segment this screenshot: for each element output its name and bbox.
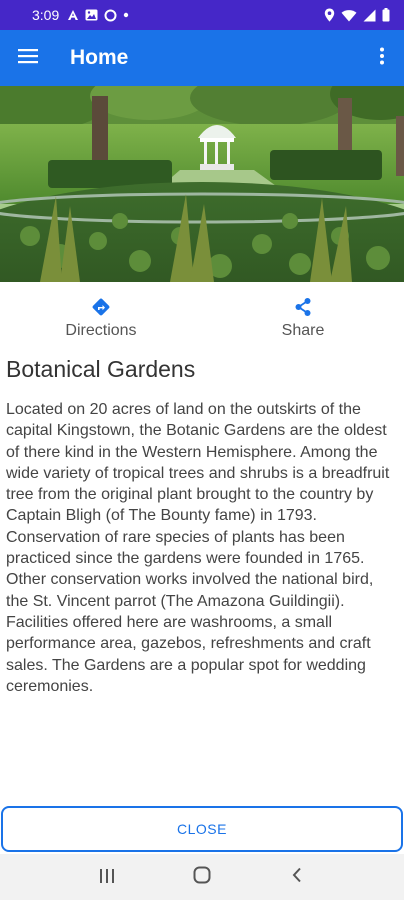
share-icon (293, 295, 313, 319)
status-right (324, 8, 390, 22)
status-bar: 3:09 (0, 0, 404, 30)
directions-icon (91, 295, 111, 319)
battery-icon (382, 8, 390, 22)
close-button[interactable]: CLOSE (1, 806, 403, 852)
circle-icon (104, 9, 117, 22)
back-icon (292, 867, 302, 887)
status-left: 3:09 (32, 7, 129, 23)
place-title: Botanical Gardens (6, 356, 196, 382)
recents-icon (99, 868, 115, 887)
app-bar: Home (0, 30, 404, 86)
place-description: Located on 20 acres of land on the outsk… (6, 401, 390, 695)
directions-label: Directions (65, 322, 137, 339)
share-label: Share (281, 322, 325, 339)
notification-a-icon (67, 9, 79, 21)
overflow-menu-button[interactable] (360, 30, 404, 86)
home-button[interactable] (182, 857, 222, 897)
menu-button[interactable] (0, 30, 56, 86)
share-button[interactable]: Share (202, 290, 404, 346)
status-notifications (67, 9, 129, 22)
recents-button[interactable] (87, 857, 127, 897)
close-button-label: CLOSE (177, 821, 227, 837)
home-icon (193, 866, 211, 888)
back-button[interactable] (277, 857, 317, 897)
hamburger-menu-icon (18, 48, 38, 68)
hero-image (0, 86, 404, 282)
place-details: Botanical Gardens Located on 20 acres of… (6, 356, 398, 697)
signal-icon (363, 9, 376, 22)
gallery-icon (85, 9, 98, 21)
location-icon (324, 8, 335, 22)
more-vert-icon (379, 47, 385, 69)
page-title: Home (70, 46, 129, 69)
dot-icon (123, 12, 129, 18)
directions-button[interactable]: Directions (0, 290, 202, 346)
system-nav-bar (0, 854, 404, 900)
wifi-icon (341, 9, 357, 22)
action-row: Directions Share (0, 290, 404, 346)
status-time: 3:09 (32, 7, 60, 23)
